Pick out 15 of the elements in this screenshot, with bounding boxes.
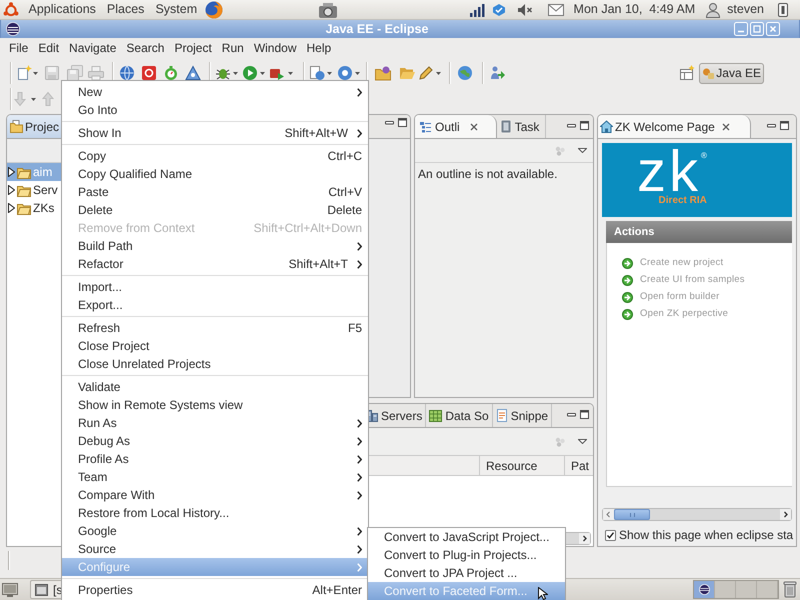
keyboard-shortcut: Alt+Enter (312, 582, 362, 599)
outline-message: An outline is not available. (417, 166, 558, 183)
logo-mark: zk (637, 149, 701, 195)
registered-mark: ® (701, 151, 707, 161)
logo-tagline: Direct RIA (658, 195, 707, 207)
keyboard-shortcut: Ctrl+C (328, 148, 362, 165)
keyboard-shortcut: Shift+Ctrl+Alt+Down (254, 220, 362, 237)
keyboard-shortcut: Ctrl+V (328, 184, 362, 201)
keyboard-shortcut: Shift+Alt+T (288, 256, 348, 273)
keyboard-shortcut: Delete (327, 202, 362, 219)
checkbox-label: Show this page when eclipse sta (619, 527, 794, 544)
keyboard-shortcut: Shift+Alt+W (284, 125, 348, 142)
section-header: Actions (606, 221, 792, 243)
window-title: Java EE - Eclipse (324, 20, 430, 38)
keyboard-shortcut: F5 (348, 320, 362, 337)
